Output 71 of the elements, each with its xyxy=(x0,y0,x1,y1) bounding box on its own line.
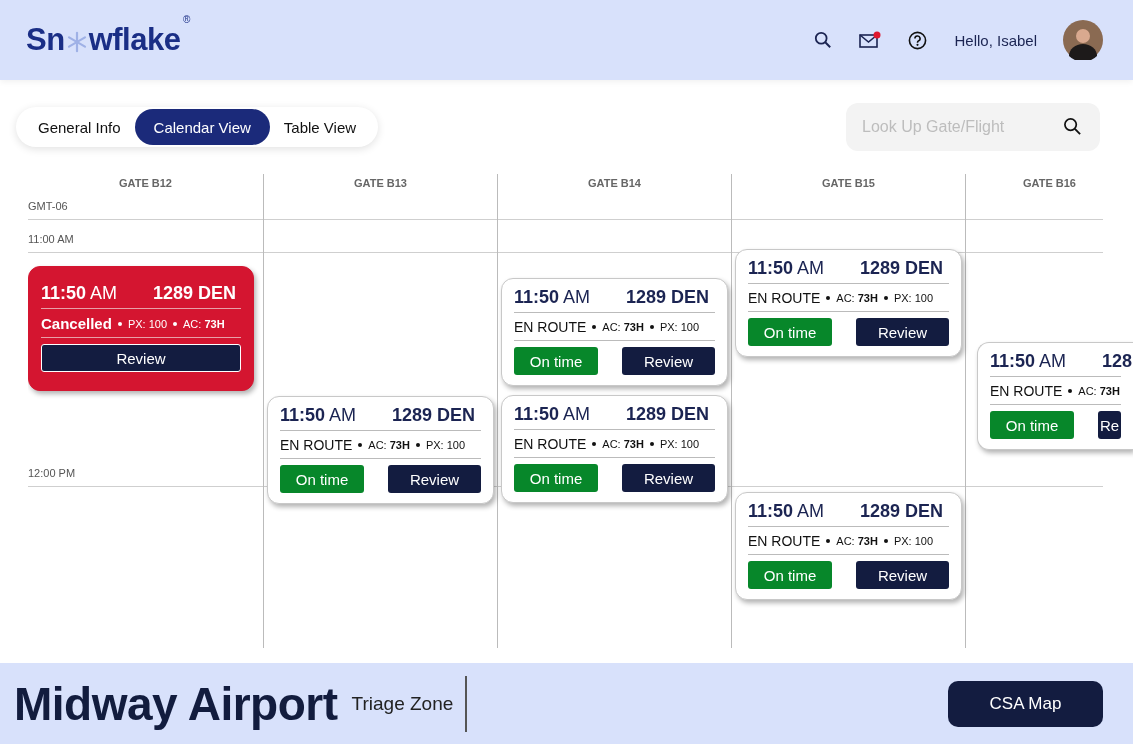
airport-name: Midway Airport xyxy=(14,676,338,731)
flight-detail: PX: 100 xyxy=(127,317,167,330)
flight-number: 1289 DEN xyxy=(626,404,710,425)
flight-detail: PX: 100 xyxy=(893,292,934,304)
flight-time: 11:50 AM xyxy=(514,287,592,308)
status-badge: On time xyxy=(280,465,364,493)
flight-status: EN ROUTE xyxy=(514,319,587,335)
flight-detail: PX: 100 xyxy=(659,438,700,450)
status-badge: On time xyxy=(748,318,832,346)
logo-text: Sn xyxy=(26,22,65,58)
flight-time: 11:50 AM xyxy=(748,258,826,279)
mail-icon[interactable] xyxy=(859,31,882,49)
greeting: Hello, Isabel xyxy=(954,31,1037,49)
gate-heading: GATE B14 xyxy=(587,177,642,189)
flight-detail: AC: 73H xyxy=(1078,385,1120,397)
snowflake-icon xyxy=(65,31,88,53)
flight-number: 1289 DEN xyxy=(153,283,237,304)
review-button[interactable]: Re xyxy=(1098,411,1121,439)
help-icon[interactable] xyxy=(908,30,928,50)
flight-detail: AC: 73H xyxy=(368,439,410,451)
gate-heading: GATE B12 xyxy=(118,177,173,189)
zone-label: Triage Zone xyxy=(351,692,454,715)
logo-text: wflake xyxy=(88,22,181,58)
search-icon[interactable] xyxy=(814,31,833,49)
flight-detail: AC: 73H xyxy=(602,321,644,333)
flight-number: 128 xyxy=(1102,351,1133,372)
review-button[interactable]: Review xyxy=(856,561,949,589)
flight-time: 11:50 AM xyxy=(514,404,592,425)
review-button[interactable]: Review xyxy=(41,344,241,372)
review-button[interactable]: Review xyxy=(388,465,481,493)
view-tab[interactable]: Calendar View xyxy=(134,109,270,145)
flight-status: EN ROUTE xyxy=(280,437,353,453)
status-badge: On time xyxy=(748,561,832,589)
status-badge: On time xyxy=(514,464,598,492)
flight-detail: PX: 100 xyxy=(425,439,466,451)
status-badge: On time xyxy=(990,411,1074,439)
flight-status: EN ROUTE xyxy=(748,290,821,306)
search-icon[interactable] xyxy=(1063,117,1082,136)
flight-detail: PX: 100 xyxy=(893,535,934,547)
gate-heading: GATE B15 xyxy=(821,177,876,189)
status-badge: On time xyxy=(514,347,598,375)
time-label: 12:00 PM xyxy=(28,467,76,479)
flight-detail: PX: 100 xyxy=(659,321,700,333)
flight-status: EN ROUTE xyxy=(990,383,1063,399)
flight-status: EN ROUTE xyxy=(514,436,587,452)
flight-number: 1289 DEN xyxy=(626,287,710,308)
flight-detail: AC: 73H xyxy=(836,292,878,304)
flight-time: 11:50 AM xyxy=(280,405,358,426)
avatar[interactable] xyxy=(1063,20,1103,60)
view-tab[interactable]: General Info xyxy=(24,109,135,145)
review-button[interactable]: Review xyxy=(622,464,715,492)
flight-detail: AC: 73H xyxy=(183,317,225,330)
flight-number: 1289 DEN xyxy=(860,258,944,279)
flight-detail: AC: 73H xyxy=(602,438,644,450)
view-tab[interactable]: Table View xyxy=(269,109,371,145)
flight-status: Cancelled xyxy=(41,315,112,332)
time-label: GMT-06 xyxy=(28,200,68,212)
review-button[interactable]: Review xyxy=(856,318,949,346)
map-button[interactable]: CSA Map xyxy=(948,680,1103,727)
flight-detail: AC: 73H xyxy=(836,535,878,547)
flight-number: 1289 DEN xyxy=(392,405,476,426)
registered-mark: ® xyxy=(183,14,191,25)
gate-heading: GATE B16 xyxy=(1022,177,1077,189)
flight-status: EN ROUTE xyxy=(748,533,821,549)
flight-time: 11:50 AM xyxy=(990,351,1068,372)
flight-time: 11:50 AM xyxy=(748,501,826,522)
flight-time: 11:50 AM xyxy=(41,283,119,304)
flight-number: 1289 DEN xyxy=(860,501,944,522)
time-label: 11:00 AM xyxy=(28,233,74,245)
gate-heading: GATE B13 xyxy=(353,177,408,189)
review-button[interactable]: Review xyxy=(622,347,715,375)
